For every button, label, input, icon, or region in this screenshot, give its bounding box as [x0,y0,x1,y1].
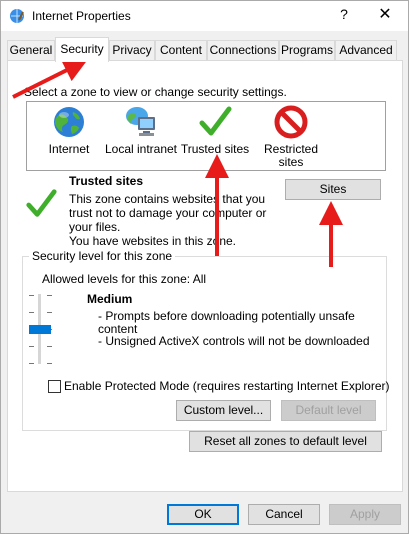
zone-label: Trusted sites [180,142,250,156]
restricted-icon [274,105,308,139]
green-checkmark-icon [199,106,232,136]
internet-properties-dialog: Internet Properties ? ✕ General Security… [0,0,409,534]
window-title: Internet Properties [32,9,131,23]
zone-restricted-sites[interactable]: Restricted sites [251,104,331,169]
internet-options-icon [10,9,24,23]
sites-button[interactable]: Sites [285,179,381,200]
tab-security[interactable]: Security [55,37,109,62]
tab-privacy[interactable]: Privacy [109,40,155,61]
zone-description-line: This zone contains websites that you [69,192,266,206]
allowed-levels-label: Allowed levels for this zone: All [42,272,207,286]
globe-icon [54,107,84,137]
zone-trusted-sites[interactable]: Trusted sites [175,104,255,156]
zone-label: Internet [48,142,90,156]
security-tab-page: Select a zone to view or change security… [7,60,403,492]
zone-internet[interactable]: Internet [29,104,109,156]
title-bar: Internet Properties ? ✕ [1,1,408,31]
tab-strip: General Security Privacy Content Connect… [7,37,397,62]
zone-label: Local intranet [104,142,178,156]
selected-zone-title: Trusted sites [69,174,144,188]
zone-list: Internet Local intranet Trusted sites Re… [26,101,386,171]
level-description-line: - Unsigned ActiveX controls will not be … [98,334,370,348]
zone-label: Restricted sites [263,142,319,169]
custom-level-button[interactable]: Custom level... [176,400,271,421]
apply-button[interactable]: Apply [329,504,401,525]
zone-instruction: Select a zone to view or change security… [24,85,287,99]
cancel-button[interactable]: Cancel [248,504,320,525]
group-title: Security level for this zone [29,249,176,263]
zone-description-line: You have websites in this zone. [69,234,236,248]
tab-advanced[interactable]: Advanced [335,40,397,61]
slider-thumb[interactable] [29,325,51,334]
zone-description-line: your files. [69,220,121,234]
level-description-line: - Prompts before downloading potentially… [98,309,355,323]
tab-connections[interactable]: Connections [207,40,279,61]
close-button[interactable]: ✕ [373,4,397,24]
protected-mode-label: Enable Protected Mode (requires restarti… [64,379,390,393]
ok-button[interactable]: OK [167,504,239,525]
protected-mode-checkbox[interactable] [48,380,61,393]
trusted-sites-checkmark-icon [26,189,57,217]
security-level-name: Medium [87,292,133,306]
help-button[interactable]: ? [334,6,354,22]
network-computer-icon [126,107,155,136]
zone-description-line: trust not to damage your computer or [69,206,267,220]
tab-programs[interactable]: Programs [279,40,335,61]
default-level-button[interactable]: Default level [281,400,376,421]
zone-local-intranet[interactable]: Local intranet [101,104,181,156]
tab-content[interactable]: Content [155,40,207,61]
reset-all-zones-button[interactable]: Reset all zones to default level [189,431,382,452]
tab-general[interactable]: General [7,40,55,61]
